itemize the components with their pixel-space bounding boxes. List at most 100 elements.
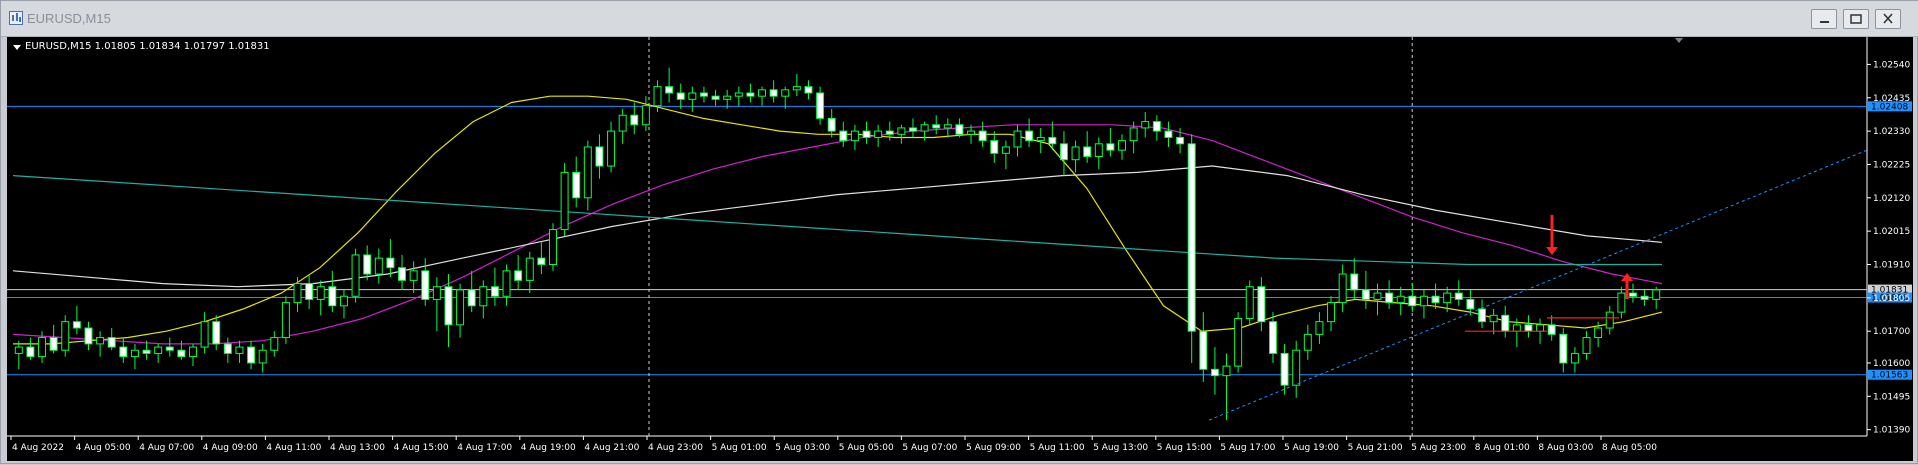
candle-body (595, 146, 604, 167)
candle-body (1640, 295, 1649, 300)
candle-body (897, 127, 906, 135)
time-tick-label: 5 Aug 11:00 (1030, 443, 1085, 453)
window-title: EURUSD,M15 (27, 11, 111, 26)
candle-body (1373, 292, 1382, 300)
candle-body (281, 302, 290, 339)
candle-body (1141, 121, 1150, 129)
candle-body (804, 86, 813, 94)
moving-average-line (13, 95, 1663, 345)
moving-average-line (12, 124, 1663, 345)
close-button[interactable] (1875, 9, 1901, 29)
candle-body (316, 286, 325, 300)
candle-body (154, 346, 163, 354)
time-tick-label: 5 Aug 15:00 (1157, 443, 1212, 453)
candle-body (1118, 140, 1126, 151)
candle-body (1094, 143, 1103, 158)
candle-body (270, 337, 279, 351)
candle-body (688, 92, 697, 100)
time-axis: 4 Aug 2022 4 Aug 05:00 4 Aug 07:00 4 Aug 09… (10, 436, 1657, 453)
minimize-button[interactable] (1811, 9, 1837, 29)
candle-body (1222, 365, 1231, 377)
restore-icon (1850, 14, 1862, 24)
candle-body (734, 92, 743, 97)
candle-body (1559, 333, 1568, 364)
trendline-layer (1208, 149, 1868, 421)
candle-body (490, 286, 499, 297)
candle-body (711, 95, 720, 100)
candle-body (943, 124, 952, 129)
candle-body (537, 257, 546, 265)
candle-body (96, 337, 105, 345)
time-tick-label: 5 Aug 01:00 (712, 443, 767, 453)
candle-body (549, 229, 557, 265)
price-tick-label: 1.02015 (1873, 227, 1910, 237)
candle-body (920, 124, 929, 132)
candle-body (14, 346, 23, 354)
candle-body (1489, 314, 1498, 323)
candle-body (374, 257, 383, 275)
price-tick-label: 1.01495 (1873, 392, 1910, 402)
candle-body (746, 92, 755, 97)
time-tick-label: 4 Aug 13:00 (330, 443, 385, 453)
candle-body (1280, 352, 1289, 386)
candle-body (421, 270, 430, 300)
candle-body (1582, 337, 1591, 354)
candle-body (1257, 286, 1266, 323)
candle-body (177, 349, 186, 358)
candle-body (1187, 143, 1196, 332)
candle-body (1466, 298, 1475, 310)
time-tick-label: 4 Aug 05:00 (76, 443, 131, 453)
candle-body (1501, 314, 1510, 332)
arrow-head (1546, 247, 1558, 255)
chart-header: EURUSD,M15 1.01805 1.01834 1.01797 1.018… (13, 41, 270, 52)
candle-body (1547, 324, 1556, 335)
candle-body (1617, 292, 1626, 313)
time-tick-label: 5 Aug 03:00 (775, 443, 830, 453)
price-tick-label: 1.01390 (1873, 426, 1910, 436)
price-tick-label: 1.02540 (1873, 60, 1910, 70)
candle-body (1048, 136, 1057, 145)
time-tick-label: 8 Aug 03:00 (1538, 443, 1593, 453)
candle-body (142, 349, 151, 354)
time-tick-label: 4 Aug 15:00 (394, 443, 449, 453)
candle-body (1083, 146, 1092, 158)
candle-body (1234, 317, 1243, 367)
candle-body (1013, 130, 1022, 148)
candle-body (1570, 352, 1579, 364)
arrow-down-icon (1546, 215, 1558, 255)
candle-body (1176, 136, 1185, 145)
time-tick-label: 4 Aug 17:00 (457, 443, 512, 453)
moving-averages (12, 95, 1663, 345)
candle-body (38, 337, 47, 358)
candle-body (107, 337, 116, 348)
candle-body (583, 146, 592, 199)
candle-body (1652, 289, 1661, 300)
time-tick-label: 4 Aug 09:00 (203, 443, 258, 453)
level-price-label: 1.01563 (1871, 371, 1908, 381)
restore-button[interactable] (1843, 9, 1869, 29)
price-tick-label: 1.02435 (1873, 94, 1910, 104)
candle-body (479, 286, 488, 307)
candle-body (258, 349, 267, 364)
time-tick-label: 4 Aug 07:00 (139, 443, 194, 453)
candle-body (1001, 146, 1010, 154)
candle-body (1036, 136, 1045, 142)
collapse-triangle-icon[interactable] (13, 45, 21, 50)
candle-body (885, 130, 894, 135)
shift-marker-icon[interactable] (1675, 38, 1683, 43)
candle-body (386, 257, 395, 269)
price-tick-label: 1.01600 (1873, 359, 1910, 369)
candle-body (699, 92, 708, 97)
price-chart[interactable]: 1.024081.018311.018061.01563 1.02540 1.02… (7, 37, 1913, 461)
candle-body (1210, 368, 1219, 377)
window-titlebar[interactable]: EURUSD,M15 (1, 1, 1918, 37)
candle-body (49, 337, 58, 351)
candle-body (1106, 143, 1115, 151)
candle-body (1454, 292, 1463, 300)
candle-body (1268, 321, 1277, 354)
candle-body (1408, 295, 1417, 307)
time-tick-label: 4 Aug 11:00 (266, 443, 321, 453)
candle-body (1396, 295, 1405, 304)
candle-body (305, 283, 314, 300)
chart-area[interactable]: 1.02408 1.01831 1.01806 1.01563 1.02540 1.02… (7, 37, 1913, 461)
